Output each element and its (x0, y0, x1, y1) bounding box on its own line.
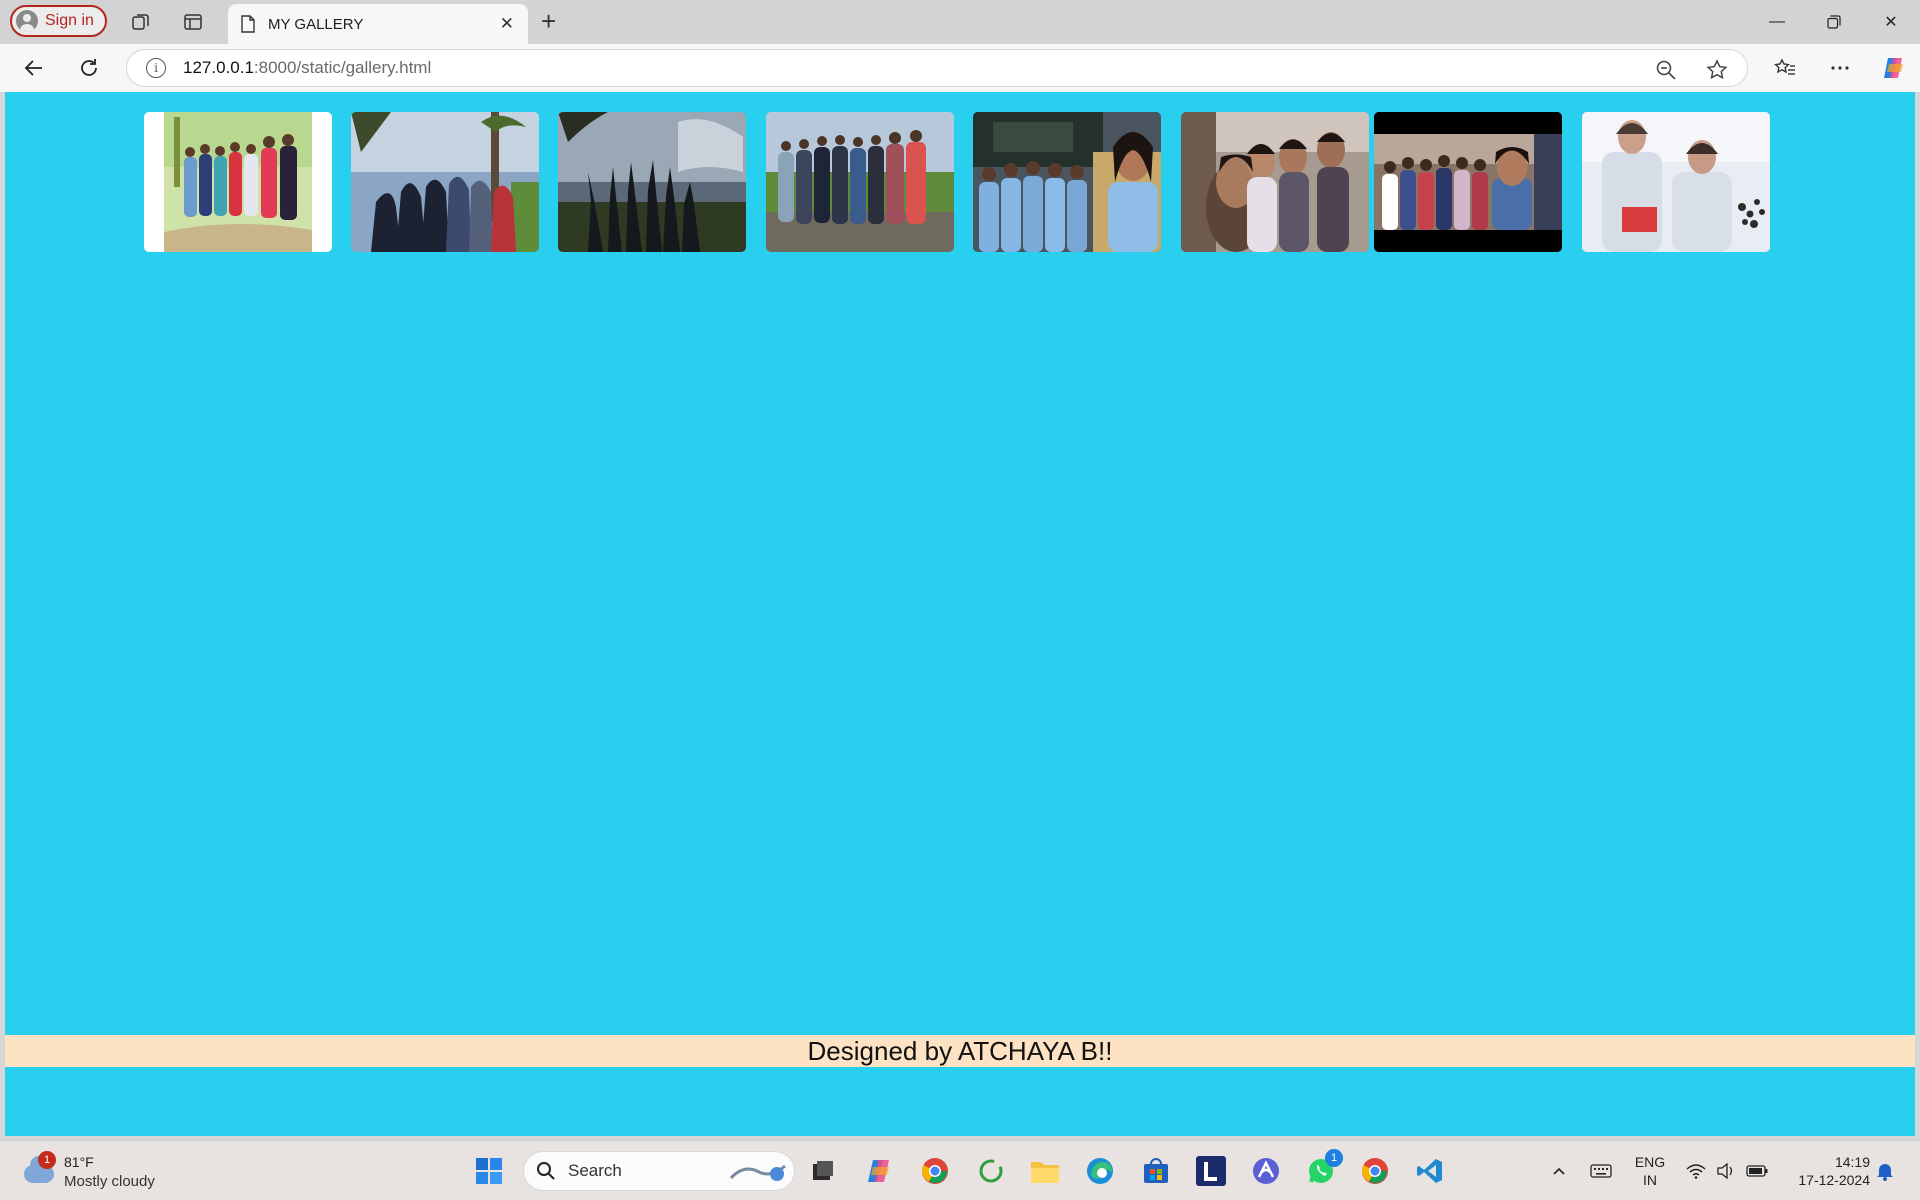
close-window-icon[interactable]: ✕ (1862, 0, 1920, 44)
gallery-image-3[interactable] (558, 112, 746, 252)
image-gallery (5, 112, 1915, 254)
search-label: Search (568, 1161, 622, 1180)
keyboard-icon[interactable] (1590, 1141, 1612, 1200)
taskbar: 1 81°F Mostly cloudy Search 1 ENG IN 14:… (0, 1140, 1920, 1200)
zoom-out-icon[interactable] (1655, 59, 1677, 81)
notification-bell-icon[interactable] (1876, 1141, 1894, 1200)
search-highlight-icon (729, 1164, 786, 1181)
file-explorer-icon[interactable] (1025, 1151, 1065, 1191)
copilot-app-icon[interactable] (859, 1151, 899, 1191)
weather-badge: 1 (38, 1151, 56, 1169)
profile-icon (16, 10, 38, 32)
tab-bar: Sign in MY GALLERY ✕ + — ✕ (0, 0, 1920, 44)
edge-icon[interactable] (1080, 1151, 1120, 1191)
show-hidden-icons-icon[interactable] (1551, 1141, 1567, 1200)
minimize-icon[interactable]: — (1748, 0, 1806, 44)
page-viewport: Designed by ATCHAYA B!! (5, 92, 1915, 1136)
footer-credit-text: Designed by ATCHAYA B!! (807, 1035, 1113, 1066)
store-icon[interactable] (1136, 1151, 1176, 1191)
site-info-icon[interactable]: i (146, 58, 166, 78)
gallery-image-5[interactable] (973, 112, 1161, 252)
sign-in-button[interactable]: Sign in (10, 5, 107, 37)
battery-icon[interactable] (1746, 1141, 1768, 1200)
l-app-icon[interactable] (1191, 1151, 1231, 1191)
weather-widget[interactable]: 1 81°F Mostly cloudy (20, 1151, 170, 1191)
gallery-image-6[interactable] (1181, 112, 1369, 252)
windows-start-icon[interactable] (469, 1151, 509, 1191)
footer: Designed by ATCHAYA B!! (5, 1035, 1915, 1067)
whatsapp-icon[interactable]: 1 (1301, 1149, 1343, 1191)
chrome-icon[interactable] (915, 1151, 955, 1191)
close-tab-icon[interactable]: ✕ (500, 14, 514, 34)
gallery-image-1[interactable] (144, 112, 332, 252)
arc-icon[interactable] (1246, 1151, 1286, 1191)
favorite-star-icon[interactable] (1706, 59, 1728, 81)
new-tab-icon[interactable]: + (541, 8, 556, 34)
tab-my-gallery[interactable]: MY GALLERY ✕ (228, 4, 528, 44)
tab-title: MY GALLERY (268, 15, 364, 33)
clock[interactable]: 14:19 17-12-2024 (1780, 1153, 1870, 1189)
task-view-icon[interactable] (803, 1151, 843, 1191)
page-icon (241, 15, 255, 33)
more-options-icon[interactable] (1826, 54, 1854, 82)
address-bar[interactable]: i 127.0.0.1:8000/static/gallery.html (126, 49, 1748, 87)
chrome-icon-2[interactable] (1355, 1151, 1395, 1191)
back-icon[interactable] (20, 54, 48, 82)
whatsapp-badge: 1 (1325, 1149, 1343, 1167)
workspaces-icon[interactable] (127, 8, 155, 36)
input-language[interactable]: ENG IN (1630, 1153, 1670, 1189)
gallery-image-8[interactable] (1582, 112, 1770, 252)
sign-in-label: Sign in (45, 12, 94, 29)
clock-time: 14:19 (1834, 1154, 1870, 1170)
vscode-icon[interactable] (1410, 1151, 1450, 1191)
gallery-image-7[interactable] (1374, 112, 1562, 252)
gallery-image-4[interactable] (766, 112, 954, 252)
volume-icon[interactable] (1716, 1141, 1736, 1200)
search-icon (537, 1162, 555, 1180)
wifi-icon[interactable] (1686, 1141, 1706, 1200)
refresh-app-icon[interactable] (971, 1151, 1011, 1191)
restore-icon[interactable] (1805, 0, 1863, 44)
weather-condition: Mostly cloudy (64, 1173, 155, 1190)
weather-temperature: 81°F (64, 1154, 94, 1170)
copilot-icon[interactable] (1880, 54, 1908, 82)
url-text: 127.0.0.1:8000/static/gallery.html (183, 58, 432, 77)
taskbar-search[interactable]: Search (523, 1151, 795, 1191)
vertical-tabs-icon[interactable] (179, 8, 207, 36)
refresh-icon[interactable] (75, 54, 103, 82)
browser-toolbar: i 127.0.0.1:8000/static/gallery.html (0, 44, 1920, 92)
gallery-image-2[interactable] (351, 112, 539, 252)
favorites-icon[interactable] (1771, 54, 1799, 82)
clock-date: 17-12-2024 (1798, 1172, 1870, 1188)
